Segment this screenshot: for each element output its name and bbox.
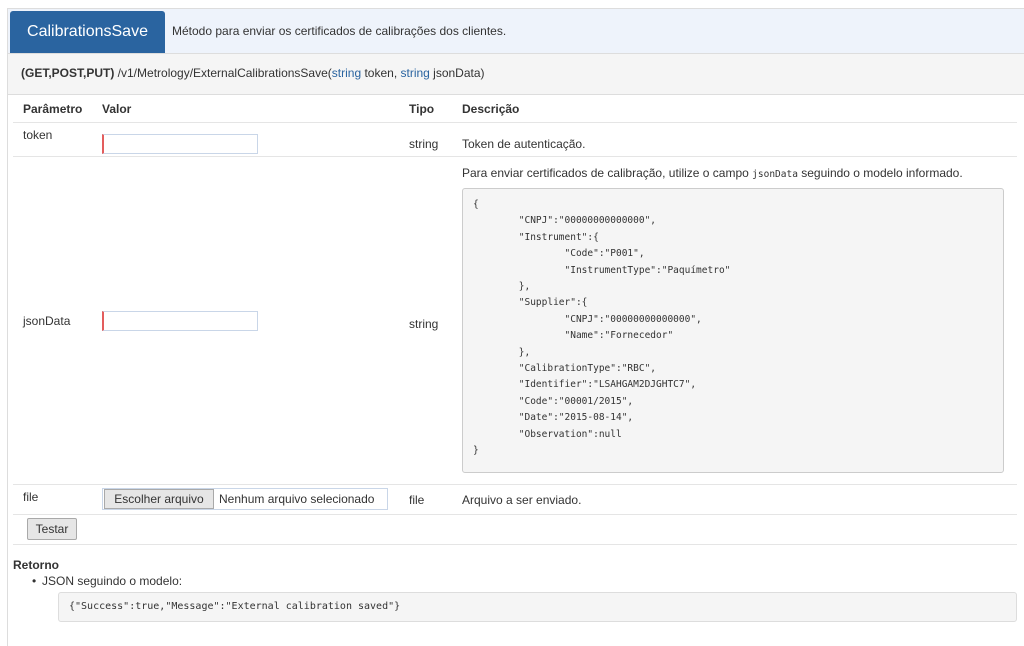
method-signature: (GET,POST,PUT) /v1/Metrology/ExternalCal… xyxy=(21,54,485,92)
choose-file-button[interactable]: Escolher arquivo xyxy=(104,489,214,509)
param-type: string xyxy=(409,137,439,151)
endpoint-path: /v1/Metrology/ExternalCalibrationsSave( xyxy=(114,66,332,80)
header-divider xyxy=(13,122,1017,123)
column-header-type: Tipo xyxy=(409,102,435,116)
param-type: file xyxy=(409,493,425,507)
file-input[interactable]: Escolher arquivo Nenhum arquivo selecion… xyxy=(102,488,388,510)
param-description: Arquivo a ser enviado. xyxy=(462,493,582,507)
param-type-token: string xyxy=(331,66,362,80)
token-input[interactable] xyxy=(102,134,258,154)
param-description: Para enviar certificados de calibração, … xyxy=(462,166,1017,180)
row-divider xyxy=(13,544,1017,545)
param-name-token: token, xyxy=(361,66,401,80)
column-header-value: Valor xyxy=(102,102,132,116)
column-header-description: Descrição xyxy=(462,102,520,116)
param-name-jsondata: jsonData) xyxy=(429,66,485,80)
param-name: file xyxy=(23,490,39,504)
param-type: string xyxy=(409,317,439,331)
return-list-item: • JSON seguindo o modelo: xyxy=(32,574,182,588)
description-text: seguindo o modelo informado. xyxy=(797,166,963,180)
param-name: token xyxy=(23,128,53,142)
test-button[interactable]: Testar xyxy=(27,518,77,540)
description-text: Para enviar certificados de calibração, … xyxy=(462,166,753,180)
param-name: jsonData xyxy=(23,314,71,328)
description-code: jsonData xyxy=(752,169,798,180)
method-name-tab[interactable]: CalibrationsSave xyxy=(10,11,165,53)
json-model-code: { "CNPJ":"00000000000000", "Instrument":… xyxy=(462,188,1004,473)
param-type-jsondata: string xyxy=(400,66,430,80)
signature-bar: (GET,POST,PUT) /v1/Metrology/ExternalCal… xyxy=(8,53,1024,95)
return-model-code: {"Success":true,"Message":"External cali… xyxy=(58,592,1017,622)
row-divider xyxy=(13,514,1017,515)
return-title: Retorno xyxy=(13,558,59,572)
method-description: Método para enviar os certificados de ca… xyxy=(172,24,507,38)
param-description: Token de autenticação. xyxy=(462,137,586,151)
row-divider xyxy=(13,484,1017,485)
bullet-icon: • xyxy=(32,574,37,588)
file-status: Nenhum arquivo selecionado xyxy=(219,492,375,506)
http-verbs: (GET,POST,PUT) xyxy=(21,66,115,80)
method-header: CalibrationsSave Método para enviar os c… xyxy=(8,9,1024,53)
jsondata-input[interactable] xyxy=(102,311,258,331)
row-divider xyxy=(13,156,1017,157)
return-item-text: JSON seguindo o modelo: xyxy=(42,574,183,588)
column-header-parameter: Parâmetro xyxy=(23,102,83,116)
